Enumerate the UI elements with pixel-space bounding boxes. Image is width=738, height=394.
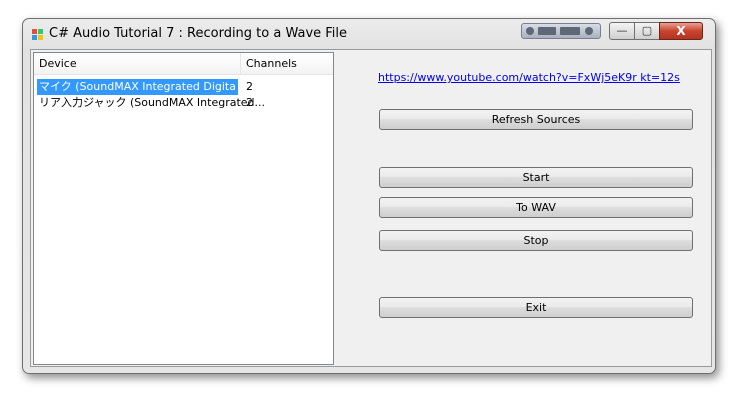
channel-count: 2 <box>246 96 253 109</box>
device-name: リア入力ジャック (SoundMAX Integrated... <box>39 96 266 109</box>
maximize-button[interactable]: ▢ <box>634 22 660 40</box>
to-wav-button[interactable]: To WAV <box>379 197 693 218</box>
minimize-button[interactable]: — <box>609 22 635 40</box>
close-button[interactable]: X <box>659 22 703 40</box>
column-header-device[interactable]: Device <box>34 53 241 74</box>
listview-header: Device Channels <box>34 53 333 75</box>
close-icon: X <box>676 24 686 38</box>
title-bar-extension-icon <box>521 23 601 39</box>
list-item[interactable]: マイク (SoundMAX Integrated Digita 2 <box>34 79 333 95</box>
refresh-sources-button[interactable]: Refresh Sources <box>379 109 693 130</box>
window-title: C# Audio Tutorial 7 : Recording to a Wav… <box>49 26 348 41</box>
app-window: C# Audio Tutorial 7 : Recording to a Wav… <box>22 18 716 374</box>
client-area: Device Channels マイク (SoundMAX Integrated… <box>30 49 712 367</box>
app-icon <box>32 29 44 41</box>
device-listview[interactable]: Device Channels マイク (SoundMAX Integrated… <box>33 52 334 365</box>
channel-count: 2 <box>246 80 253 93</box>
device-name: マイク (SoundMAX Integrated Digita <box>37 79 238 95</box>
column-header-channels[interactable]: Channels <box>241 53 333 74</box>
start-button[interactable]: Start <box>379 167 693 188</box>
youtube-link[interactable]: https://www.youtube.com/watch?v=FxWj5eK9… <box>378 71 680 84</box>
stop-button[interactable]: Stop <box>379 230 693 251</box>
maximize-icon: ▢ <box>641 24 653 37</box>
minimize-icon: — <box>616 24 628 37</box>
exit-button[interactable]: Exit <box>379 297 693 318</box>
list-item[interactable]: リア入力ジャック (SoundMAX Integrated... 2 <box>34 95 333 111</box>
